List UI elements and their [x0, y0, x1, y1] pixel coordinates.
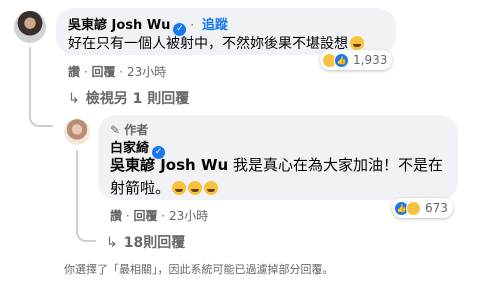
view-replies-link[interactable]: ↳ 18則回覆 — [106, 232, 185, 252]
comment-text-content: 好在只有一個人被射中，不然妳後果不堪設想 — [68, 36, 348, 52]
author-badge: ✎ 作者 — [110, 121, 148, 138]
timestamp[interactable]: 23小時 — [169, 209, 208, 223]
reaction-summary[interactable]: 👍 673 — [392, 198, 453, 218]
comment-text: 吳東諺 Josh Wu 我是真心在為大家加油！不是在射箭啦。 — [110, 154, 450, 200]
thread-line — [29, 47, 53, 127]
like-reaction-icon: 👍 — [334, 52, 349, 68]
comment-actions: 讚 · 回覆 · 23小時 — [110, 209, 209, 223]
reply-button[interactable]: 回覆 — [91, 65, 115, 79]
view-replies-label: 18則回覆 — [123, 235, 186, 251]
thread-line — [76, 150, 96, 242]
comment-bubble: ✎ 作者 白家綺 ✓ 吳東諺 Josh Wu 我是真心在為大家加油！不是在射箭啦。 — [98, 115, 458, 200]
reaction-count: 1,933 — [353, 53, 388, 67]
laughing-emoji-icon — [350, 36, 364, 50]
follow-button[interactable]: 追蹤 — [202, 18, 228, 33]
view-more-replies-label: 檢視另 1 則回覆 — [85, 91, 190, 107]
like-button[interactable]: 讚 — [110, 209, 122, 223]
rofl-emoji-icon — [188, 181, 203, 195]
filter-notice: 你選擇了「最相關」，因此系統可能已過濾掉部分回覆。 — [64, 263, 334, 276]
author-name[interactable]: 吳東諺 Josh Wu — [68, 18, 170, 33]
rofl-emoji-icon — [204, 181, 219, 195]
reply-arrow-icon: ↳ — [106, 235, 118, 251]
reply-arrow-icon: ↳ — [68, 91, 80, 107]
avatar[interactable] — [64, 119, 90, 145]
comment-actions: 讚 · 回覆 · 23小時 — [68, 65, 167, 79]
comment-text: 好在只有一個人被射中，不然妳後果不堪設想 — [68, 33, 364, 53]
timestamp[interactable]: 23小時 — [127, 65, 166, 79]
reply-button[interactable]: 回覆 — [133, 209, 157, 223]
separator-dot: · — [186, 18, 198, 32]
haha-reaction-icon — [406, 200, 421, 216]
pen-icon: ✎ — [110, 123, 121, 137]
mention-link[interactable]: 吳東諺 Josh Wu — [110, 156, 228, 174]
rofl-emoji-icon — [172, 181, 187, 195]
avatar[interactable] — [14, 11, 46, 43]
reaction-summary[interactable]: 👍 1,933 — [320, 50, 393, 70]
like-button[interactable]: 讚 — [68, 65, 80, 79]
reaction-count: 673 — [425, 201, 448, 215]
comment-bubble: 吳東諺 Josh Wu ✓ · 追蹤 好在只有一個人被射中，不然妳後果不堪設想 — [56, 8, 396, 55]
view-more-replies-link[interactable]: ↳ 檢視另 1 則回覆 — [68, 88, 189, 108]
author-badge-label: 作者 — [124, 123, 149, 137]
